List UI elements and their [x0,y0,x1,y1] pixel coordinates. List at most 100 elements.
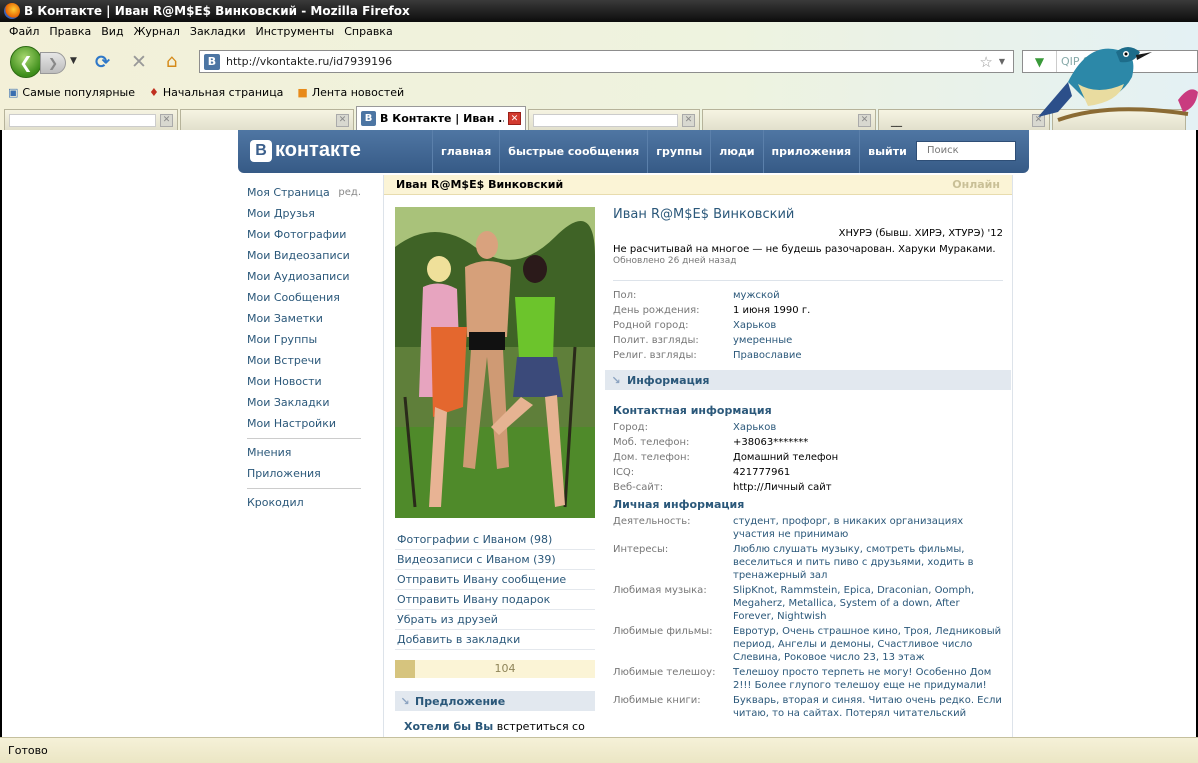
profile-photo[interactable] [395,207,595,518]
menu-opinions[interactable]: Мнения [247,442,361,463]
rating-bar[interactable]: 104 [395,660,595,678]
send-message-link[interactable]: Отправить Ивану сообщение [395,570,595,590]
menu-my-page[interactable]: Моя Страница ред. [247,182,361,203]
back-button[interactable]: ❮ [10,46,42,78]
tab-bar: ✕ ✕ B В Контакте | Иван ... ✕ ✕ ✕ __ ✕ [0,105,1198,130]
menu-my-friends[interactable]: Мои Друзья [247,203,361,224]
info-value[interactable]: Православие [733,349,802,362]
menu-my-notes[interactable]: Мои Заметки [247,308,361,329]
videos-with-link[interactable]: Видеозаписи с Иваном (39) [395,550,595,570]
nav-home[interactable]: главная [432,130,499,173]
home-icon[interactable]: ⌂ [166,51,177,72]
offer-bold-link[interactable]: Хотели бы Вы [404,720,493,733]
menu-edit[interactable]: Правка [44,25,96,38]
menu-my-messages[interactable]: Мои Сообщения [247,287,361,308]
url-dropdown-icon[interactable]: ▼ [999,57,1005,66]
edit-link[interactable]: ред. [338,187,361,198]
nav-people[interactable]: люди [710,130,762,173]
close-tab-icon[interactable]: ✕ [160,113,173,127]
tab-blank-5[interactable]: __ ✕ [878,109,1050,130]
info-value[interactable]: Букварь, вторая и синяя. Читаю очень ред… [733,694,1003,720]
add-bookmark-link[interactable]: Добавить в закладки [395,630,595,650]
close-tab-icon[interactable]: ✕ [508,112,521,125]
close-tab-icon[interactable]: ✕ [858,113,871,127]
remove-friend-link[interactable]: Убрать из друзей [395,610,595,630]
arrow-right-icon: ❯ [47,56,59,70]
tab-blank-3[interactable]: ✕ [528,109,700,130]
bookmarks-toolbar: ▣ Самые популярные ♦ Начальная страница … [0,82,410,102]
menu-history[interactable]: Журнал [129,25,185,38]
tab-vkontakte[interactable]: B В Контакте | Иван ... ✕ [356,106,526,130]
nav-logout[interactable]: выйти [859,130,915,173]
history-dropdown-icon[interactable]: ▼ [70,56,77,66]
menu-my-bookmarks[interactable]: Мои Закладки [247,392,361,413]
forward-button[interactable]: ❯ [40,52,66,74]
info-value[interactable]: Люблю слушать музыку, смотреть фильмы, в… [733,543,1003,582]
info-value[interactable]: студент, профорг, в никаких организациях… [733,515,1003,541]
search-engine-icon[interactable]: ▼ [1023,51,1057,72]
photos-with-link[interactable]: Фотографии с Иваном (98) [395,530,595,550]
nav-quick-messages[interactable]: быстрые сообщения [499,130,647,173]
url-text[interactable]: http://vkontakte.ru/id7939196 [226,55,979,68]
personal-info: Деятельность: студент, профорг, в никаких… [613,515,1003,720]
close-tab-icon[interactable]: ✕ [682,113,695,127]
menu-help[interactable]: Справка [339,25,397,38]
bookmark-star-icon[interactable]: ☆ [979,53,992,71]
tab-label: В Контакте | Иван ... [380,112,504,125]
tab-blank-6[interactable] [1052,109,1186,130]
info-row: ICQ: 421777961 [613,466,1003,479]
send-gift-link[interactable]: Отправить Ивану подарок [395,590,595,610]
menu-my-groups[interactable]: Мои Группы [247,329,361,350]
vk-search-input[interactable]: Поиск [916,141,1016,161]
offer-section-header[interactable]: ↘ Предложение [395,691,595,711]
menu-my-events[interactable]: Мои Встречи [247,350,361,371]
bookmark-most-visited[interactable]: ▣ Самые популярные [8,86,135,99]
close-tab-icon[interactable]: ✕ [1032,113,1045,127]
profile-header-bar: Иван R@M$E$ Винковский Онлайн [384,175,1012,195]
info-value[interactable]: Харьков [733,421,776,434]
menu-tools[interactable]: Инструменты [251,25,340,38]
address-bar[interactable]: B http://vkontakte.ru/id7939196 ☆ ▼ [199,50,1014,73]
menu-my-videos[interactable]: Мои Видеозаписи [247,245,361,266]
profile-header-name: Иван R@M$E$ Винковский [396,178,564,191]
vk-logo[interactable]: В контакте [250,139,361,162]
info-section-header[interactable]: ↘ Информация [605,370,1011,390]
menu-my-settings[interactable]: Мои Настройки [247,413,361,434]
bookmark-news-feed[interactable]: ■ Лента новостей [297,86,404,99]
profile-main: Иван R@M$E$ Винковский Онлайн Фотографии… [383,175,1013,737]
menu-applications[interactable]: Приложения [247,463,361,484]
menu-label: Мнения [247,446,292,459]
tab-blank-2[interactable]: ✕ [180,109,354,130]
menu-my-audio[interactable]: Мои Аудиозаписи [247,266,361,287]
info-value[interactable]: мужской [733,289,780,302]
info-value: http://Личный сайт [733,482,832,493]
info-value[interactable]: Евротур, Очень страшное кино, Троя, Ледн… [733,625,1003,664]
menu-label: Мои Сообщения [247,291,340,304]
menu-crocodile[interactable]: Крокодил [247,492,361,513]
contact-info: Город: Харьков Моб. телефон: +38063******* Д… [613,421,1003,494]
info-value[interactable]: Харьков [733,319,776,332]
tab-blank-4[interactable]: ✕ [702,109,876,130]
info-value[interactable]: Телешоу просто терпеть не могу! Особенно… [733,666,1003,692]
menu-view[interactable]: Вид [96,25,128,38]
stop-icon[interactable]: ✕ [131,51,147,73]
info-key: Любимые фильмы: [613,626,713,637]
profile-education[interactable]: ХНУРЭ (бывш. ХИРЭ, ХТУРЭ) '12 [613,228,1003,239]
start-page-icon: ♦ [148,85,159,99]
search-bar[interactable]: ▼ QIP Search [1022,50,1198,73]
bookmark-label: Лента новостей [311,85,405,99]
bookmark-start-page[interactable]: ♦ Начальная страница [149,86,283,99]
info-value[interactable]: умеренные [733,334,792,347]
info-row: День рождения: 1 июня 1990 г. [613,304,1003,317]
menu-file[interactable]: Файл [4,25,44,38]
menu-my-news[interactable]: Мои Новости [247,371,361,392]
info-value[interactable]: SlipKnot, Rammstein, Epica, Draconian, O… [733,584,1003,623]
nav-apps[interactable]: приложения [762,130,860,173]
menu-my-photos[interactable]: Мои Фотографии [247,224,361,245]
search-placeholder[interactable]: QIP Search [1057,55,1121,68]
reload-icon[interactable]: ⟳ [95,52,110,73]
tab-blank-1[interactable]: ✕ [4,109,178,130]
nav-groups[interactable]: группы [647,130,710,173]
close-tab-icon[interactable]: ✕ [336,113,349,127]
menu-bookmarks[interactable]: Закладки [185,25,251,38]
